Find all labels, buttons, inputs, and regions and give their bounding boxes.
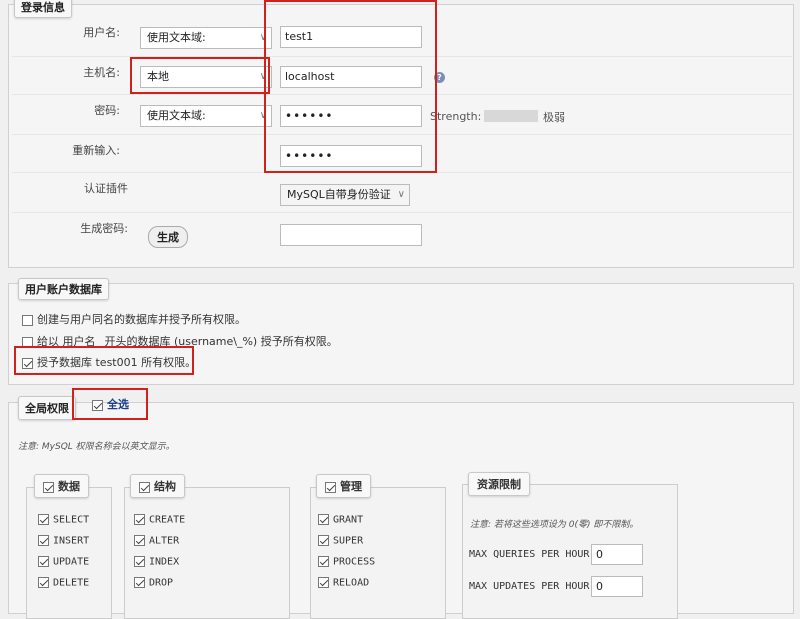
structure-group-legend[interactable]: 结构	[130, 474, 185, 498]
generate-password-button[interactable]: 生成	[148, 226, 188, 248]
priv-insert[interactable]: INSERT	[38, 535, 89, 547]
auth-plugin-select[interactable]: MySQL自带身份验证 ∨	[280, 184, 410, 206]
structure-privileges-group	[124, 487, 290, 619]
priv-grant[interactable]: GRANT	[318, 514, 363, 526]
user-database-legend: 用户账户数据库	[18, 278, 109, 300]
resource-limits-note: 注意: 若将这些选项设为 0(零) 即不限制。	[470, 520, 639, 530]
priv-index[interactable]: INDEX	[134, 556, 179, 568]
structure-group-title: 结构	[154, 480, 176, 493]
priv-label: INDEX	[149, 556, 180, 568]
checkbox-checked[interactable]	[134, 556, 145, 567]
generated-password-input[interactable]	[280, 224, 422, 246]
priv-create[interactable]: CREATE	[134, 514, 185, 526]
data-privileges-group	[26, 487, 112, 619]
priv-label: SUPER	[333, 535, 364, 547]
checkbox-checked[interactable]	[43, 481, 54, 493]
db-option-label: 创建与用户同名的数据库并授予所有权限。	[37, 313, 246, 326]
priv-process[interactable]: PROCESS	[318, 556, 375, 568]
host-label: 主机名:	[83, 66, 120, 79]
priv-delete[interactable]: DELETE	[38, 577, 89, 589]
strength-label: Strength:	[430, 110, 482, 123]
priv-drop[interactable]: DROP	[134, 577, 173, 589]
priv-alter[interactable]: ALTER	[134, 535, 179, 547]
checkbox-checked[interactable]	[134, 514, 145, 525]
admin-group-legend[interactable]: 管理	[316, 474, 371, 498]
highlight-box-inputs	[264, 0, 437, 173]
max-queries-label: MAX QUERIES PER HOUR	[469, 549, 590, 560]
username-type-value: 使用文本域:	[147, 31, 206, 44]
checkbox-checked[interactable]	[318, 535, 329, 546]
resource-limits-legend: 资源限制	[468, 472, 530, 496]
data-group-title: 数据	[58, 480, 80, 493]
strength-meter	[484, 110, 538, 122]
checkbox-checked[interactable]	[318, 577, 329, 588]
checkbox-checked[interactable]	[134, 535, 145, 546]
priv-label: GRANT	[333, 514, 364, 526]
priv-label: CREATE	[149, 514, 186, 526]
checkbox-checked[interactable]	[325, 481, 336, 493]
username-type-select[interactable]: 使用文本域: ∨	[140, 27, 272, 49]
max-updates-label: MAX UPDATES PER HOUR	[469, 581, 590, 592]
max-queries-input[interactable]: 0	[591, 544, 643, 565]
checkbox-checked[interactable]	[318, 514, 329, 525]
priv-label: ALTER	[149, 535, 180, 547]
priv-super[interactable]: SUPER	[318, 535, 363, 547]
global-privileges-legend: 全局权限	[18, 396, 76, 420]
chevron-down-icon: ∨	[397, 189, 405, 200]
checkbox-checked[interactable]	[38, 577, 49, 588]
data-group-legend[interactable]: 数据	[34, 474, 89, 498]
priv-reload[interactable]: RELOAD	[318, 577, 369, 589]
checkbox[interactable]	[22, 314, 33, 326]
highlight-box-select-all	[72, 388, 148, 420]
checkbox-checked[interactable]	[38, 556, 49, 567]
priv-label: INSERT	[53, 535, 90, 547]
priv-label: DROP	[149, 577, 174, 589]
priv-label: PROCESS	[333, 556, 376, 568]
priv-label: RELOAD	[333, 577, 370, 589]
max-updates-input[interactable]: 0	[591, 576, 643, 597]
password-type-value: 使用文本域:	[147, 109, 206, 122]
strength-value: 极弱	[543, 111, 565, 124]
highlight-box-host-select	[130, 57, 270, 94]
auth-plugin-value: MySQL自带身份验证	[287, 188, 391, 201]
checkbox-checked[interactable]	[38, 514, 49, 525]
password-label: 密码:	[94, 104, 120, 117]
global-privileges-title: 全局权限	[25, 402, 69, 415]
highlight-box-grant-db	[14, 346, 194, 375]
auth-plugin-label: 认证插件	[84, 182, 128, 195]
checkbox-checked[interactable]	[38, 535, 49, 546]
username-label: 用户名:	[83, 26, 120, 39]
retype-label: 重新输入:	[72, 144, 120, 157]
db-option-same-name[interactable]: 创建与用户同名的数据库并授予所有权限。	[22, 311, 246, 327]
checkbox-checked[interactable]	[139, 481, 150, 493]
priv-label: SELECT	[53, 514, 90, 526]
admin-group-title: 管理	[340, 480, 362, 493]
priv-label: DELETE	[53, 577, 90, 589]
priv-label: UPDATE	[53, 556, 90, 568]
priv-update[interactable]: UPDATE	[38, 556, 89, 568]
admin-privileges-group	[310, 487, 446, 619]
login-info-legend: 登录信息	[14, 0, 72, 18]
password-type-select[interactable]: 使用文本域: ∨	[140, 105, 272, 127]
privileges-note: 注意: MySQL 权限名称会以英文显示。	[18, 442, 175, 452]
generate-label: 生成密码:	[80, 222, 128, 235]
priv-select[interactable]: SELECT	[38, 514, 89, 526]
checkbox-checked[interactable]	[318, 556, 329, 567]
checkbox-checked[interactable]	[134, 577, 145, 588]
